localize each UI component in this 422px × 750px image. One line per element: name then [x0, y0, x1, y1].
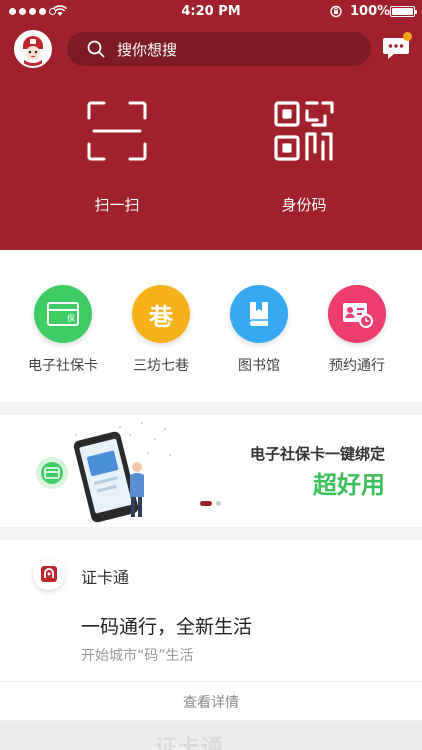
carousel-indicator	[200, 501, 221, 506]
card-app-name: 证卡通	[81, 568, 130, 587]
rotation-lock-icon	[330, 5, 342, 18]
scan-label: 扫一扫	[94, 196, 140, 214]
promo-banner[interactable]: 电子社保卡一键绑定 超好用	[0, 415, 422, 527]
svg-text:保: 保	[67, 313, 75, 323]
battery-icon	[390, 6, 417, 17]
banner-highlight: 超好用	[313, 471, 385, 499]
watermark-text: 证卡通	[155, 736, 225, 750]
identity-code-label: 身份码	[281, 196, 327, 214]
card-slogan: 一码通行，全新生活	[81, 616, 253, 638]
scan-button[interactable]: 扫一扫	[57, 100, 177, 215]
scan-icon	[87, 101, 147, 161]
service-library[interactable]: 图书馆	[209, 285, 309, 375]
zhengkatong-card: 证卡通 一码通行，全新生活 开始城市“码”生活 查看详情	[0, 540, 422, 720]
messages-button[interactable]	[382, 32, 412, 61]
service-label: 三坊七巷	[133, 358, 189, 374]
robot-mascot-icon	[16, 32, 50, 66]
service-label: 图书馆	[238, 358, 280, 374]
lane-icon: 巷	[132, 285, 190, 343]
carousel-dot	[216, 501, 221, 506]
service-social-security-card[interactable]: 保 电子社保卡	[13, 285, 113, 375]
social-security-card-icon: 保	[34, 285, 92, 343]
banner-headline: 电子社保卡一键绑定	[249, 445, 385, 463]
divider	[0, 681, 422, 682]
app-header: 4:20 PM 100% 搜你想搜 扫一扫 身份码	[0, 0, 422, 250]
identity-code-button[interactable]: 身份码	[244, 100, 364, 215]
search-placeholder: 搜你想搜	[117, 40, 178, 59]
services-grid: 保 电子社保卡 巷 三坊七巷 图书馆 预约通行	[0, 250, 422, 402]
service-reservation-pass[interactable]: 预约通行	[307, 285, 407, 375]
status-bar: 4:20 PM 100%	[0, 0, 422, 24]
library-book-icon	[230, 285, 288, 343]
service-lanes[interactable]: 巷 三坊七巷	[111, 285, 211, 375]
footer-watermark: 证卡通	[0, 722, 422, 750]
search-bar[interactable]: 搜你想搜	[67, 32, 371, 66]
carousel-dot-active	[200, 501, 212, 506]
service-label: 电子社保卡	[28, 358, 98, 374]
qr-code-icon	[274, 101, 334, 161]
battery-percentage: 100%	[350, 4, 391, 19]
card-subtitle: 开始城市“码”生活	[81, 648, 194, 664]
view-details-link[interactable]: 查看详情	[0, 692, 422, 712]
reservation-pass-icon	[328, 285, 386, 343]
avatar[interactable]	[14, 30, 52, 68]
banner-illustration	[36, 422, 171, 523]
search-icon	[87, 40, 105, 58]
zhengkatong-logo-icon	[33, 558, 65, 590]
notification-badge	[403, 32, 412, 41]
service-label: 预约通行	[329, 358, 385, 374]
